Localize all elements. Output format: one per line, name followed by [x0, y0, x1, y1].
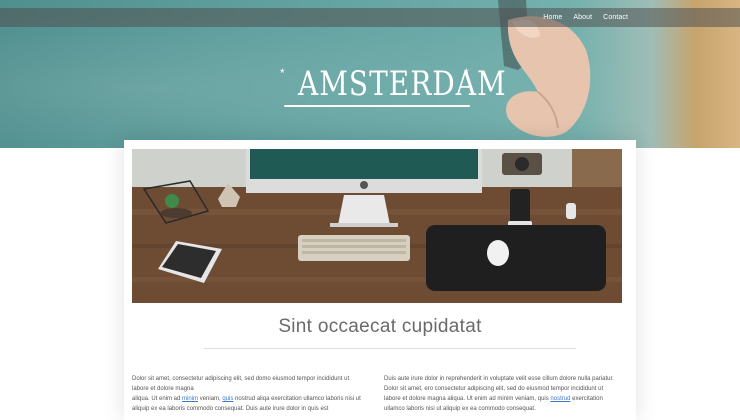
left-line-3-a: aliqua. Ut enim ad	[132, 396, 183, 402]
right-line-3: labore et dolore magna aliqua. Ut enim a…	[384, 394, 630, 404]
apple-logo-icon	[360, 181, 368, 189]
right-line-3-b: exercitation	[570, 396, 603, 402]
star-right-icon: *	[464, 66, 469, 80]
nav-home-link[interactable]: Home	[543, 14, 562, 21]
article-heading: Sint occaecat cupidatat	[278, 316, 482, 337]
left-line-3-b: veniam,	[198, 396, 223, 402]
site-title: AMSTERDAM	[298, 64, 507, 104]
left-line-3-c: nostrud aliqa exercitation ullamco labor…	[233, 396, 361, 402]
article-column-left: Dolor sit amet, consectetur adipiscing e…	[132, 374, 378, 414]
left-line-3: aliqua. Ut enim ad minim veniam, quis no…	[132, 394, 378, 404]
heading-divider	[204, 348, 576, 349]
top-nav: Home About Contact	[543, 8, 628, 27]
content-card: Sint occaecat cupidatat Dolor sit amet, …	[124, 140, 636, 420]
site-logo[interactable]: * AMSTERDAM *	[278, 62, 507, 112]
link-quis[interactable]: quis	[222, 396, 233, 402]
star-left-icon: *	[280, 66, 285, 80]
featured-photo	[132, 149, 622, 303]
right-line-2: Dolor sit amet, ero consectetur adipisci…	[384, 386, 604, 392]
top-navigation-bar	[0, 8, 740, 27]
left-line-2: labore et dolore magna	[132, 386, 194, 392]
logo-underline	[284, 105, 470, 107]
right-line-1: Duis aute irure dolor in reprehenderit i…	[384, 376, 614, 382]
link-nostrud[interactable]: nostrud	[550, 396, 570, 402]
nav-contact-link[interactable]: Contact	[603, 14, 628, 21]
right-line-3-a: labore et dolore magna aliqua. Ut enim a…	[384, 396, 551, 402]
nav-about-link[interactable]: About	[573, 14, 592, 21]
link-minim[interactable]: minim	[182, 396, 198, 402]
left-line-1: Dolor sit amet, consectetur adipiscing e…	[132, 376, 350, 382]
article-column-right: Duis aute irure dolor in reprehenderit i…	[384, 374, 630, 414]
